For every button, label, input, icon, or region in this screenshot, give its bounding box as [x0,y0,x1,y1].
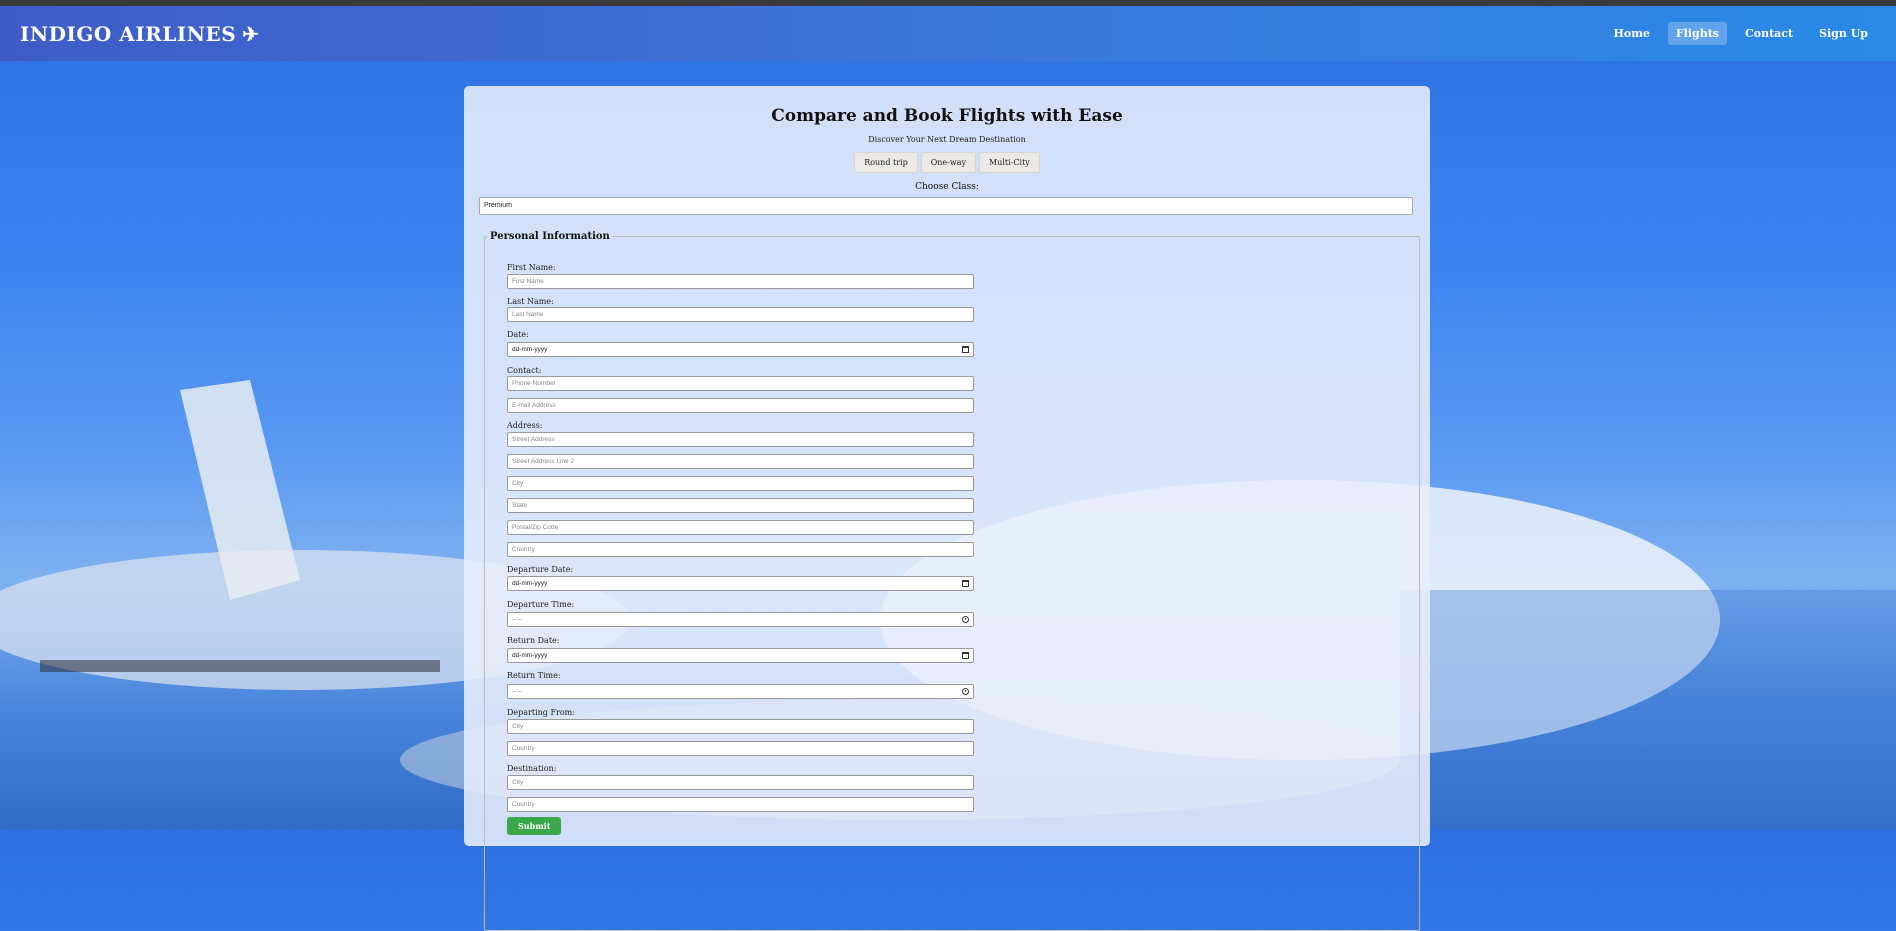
departure-time-label: Departure Time: [507,600,575,609]
clock-icon[interactable] [962,616,969,623]
nav-flights-link[interactable]: Flights [1667,22,1727,45]
one-way-button[interactable]: One-way [920,152,977,173]
address-label: Address: [507,421,543,430]
state-placeholder: State [512,502,528,509]
country-placeholder: Country [512,546,535,553]
destination-country-placeholder: Country [512,801,535,808]
class-select[interactable]: Premium [479,197,1413,215]
calendar-icon[interactable] [962,346,969,353]
departure-date-placeholder: dd-mm-yyyy [512,580,548,587]
departing-city-placeholder: City [512,723,524,730]
last-name-label: Last Name: [507,297,554,306]
nav-home-link[interactable]: Home [1605,22,1657,45]
multi-city-button[interactable]: Multi-City [979,152,1040,173]
brand-logo[interactable]: INDIGO AIRLINES ✈ [20,22,259,46]
departure-date-input[interactable]: dd-mm-yyyy [507,576,974,591]
departing-from-label: Departing From: [507,708,575,717]
return-date-input[interactable]: dd-mm-yyyy [507,648,974,663]
departing-country-placeholder: Country [512,745,535,752]
postal-placeholder: Postal/Zip Code [512,524,559,531]
return-date-placeholder: dd-mm-yyyy [512,652,548,659]
phone-placeholder: Phone Number [512,380,556,387]
destination-city-input[interactable]: City [507,775,974,790]
page-subtitle: Discover Your Next Dream Destination [868,135,1026,144]
top-navbar: INDIGO AIRLINES ✈ Home Flights Contact S… [0,6,1896,61]
choose-class-label: Choose Class: [915,182,979,192]
submit-button[interactable]: Submit [507,817,562,835]
postal-code-input[interactable]: Postal/Zip Code [507,520,974,535]
destination-label: Destination: [507,764,557,773]
first-name-label: First Name: [507,263,556,272]
street-address-input[interactable]: Street Address [507,432,974,447]
destination-country-input[interactable]: Country [507,797,974,812]
calendar-icon[interactable] [962,580,969,587]
country-input[interactable]: Country [507,542,974,557]
date-input[interactable]: dd-mm-yyyy [507,342,974,357]
clock-icon[interactable] [962,688,969,695]
round-trip-button[interactable]: Round trip [854,152,918,173]
last-name-placeholder: Last Name [512,311,544,318]
return-date-label: Return Date: [507,636,560,645]
city-input[interactable]: City [507,476,974,491]
departure-time-input[interactable]: --:-- [507,612,974,627]
nav-links: Home Flights Contact Sign Up [1605,22,1876,45]
return-time-input[interactable]: --:-- [507,684,974,699]
airplane-icon: ✈ [242,21,260,46]
booking-card: Compare and Book Flights with Ease Disco… [464,86,1430,931]
page-title: Compare and Book Flights with Ease [771,106,1123,126]
return-time-label: Return Time: [507,671,561,680]
personal-info-fieldset: Personal Information First Name: First N… [484,231,1420,931]
last-name-input[interactable]: Last Name [507,307,974,322]
date-label: Date: [507,330,529,339]
nav-signup-link[interactable]: Sign Up [1811,22,1876,45]
departure-time-placeholder: --:-- [512,616,523,623]
email-placeholder: E-mail Address [512,402,556,409]
brand-name: INDIGO AIRLINES [20,21,237,46]
phone-input[interactable]: Phone Number [507,376,974,391]
return-time-placeholder: --:-- [512,688,523,695]
street-address-line2-input[interactable]: Street Address Line 2 [507,454,974,469]
first-name-placeholder: First Name [512,278,544,285]
email-input[interactable]: E-mail Address [507,398,974,413]
street-placeholder: Street Address [512,436,555,443]
contact-label: Contact: [507,366,542,375]
departure-date-label: Departure Date: [507,565,574,574]
first-name-input[interactable]: First Name [507,274,974,289]
state-input[interactable]: State [507,498,974,513]
departing-country-input[interactable]: Country [507,741,974,756]
nav-contact-link[interactable]: Contact [1737,22,1801,45]
destination-city-placeholder: City [512,779,524,786]
personal-info-legend: Personal Information [490,231,610,242]
calendar-icon[interactable] [962,652,969,659]
city-placeholder: City [512,480,524,487]
date-placeholder: dd-mm-yyyy [512,346,548,353]
trip-type-group: Round trip One-way Multi-City [464,152,1430,173]
departing-city-input[interactable]: City [507,719,974,734]
street2-placeholder: Street Address Line 2 [512,458,575,465]
